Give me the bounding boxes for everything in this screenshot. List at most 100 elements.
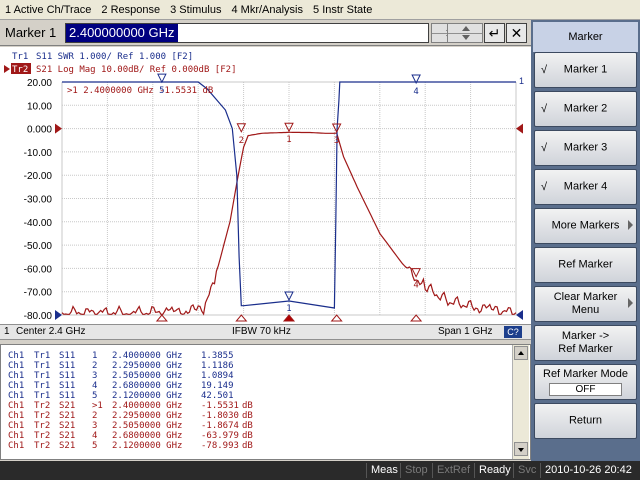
cell-freq: 2.4000000 GHz: [112, 351, 183, 361]
softkey-return[interactable]: Return: [534, 403, 637, 439]
softkey-label: Return: [568, 414, 603, 427]
cell-num: >1: [92, 401, 103, 411]
enter-button[interactable]: ↵: [484, 23, 505, 43]
cell-freq: 2.2950000 GHz: [112, 411, 183, 421]
fine-down-icon[interactable]: [462, 35, 470, 40]
marker-label: 4: [413, 87, 418, 97]
tr1-name[interactable]: Tr1: [12, 52, 28, 62]
cell-num: 5: [92, 391, 98, 401]
marker-frequency-value[interactable]: 2.400000000 GHz: [66, 24, 178, 42]
stimulus-marker-icon[interactable]: [330, 314, 343, 322]
softkey-marker-4[interactable]: √ Marker 4: [534, 169, 637, 205]
marker-triangle[interactable]: [236, 123, 247, 133]
marker-entry-bar: Marker 1 2.400000000 GHz ↵ ✕: [0, 21, 531, 46]
cell-tr: Tr1: [34, 391, 51, 401]
scroll-down-button[interactable]: [514, 442, 528, 456]
softkey-marker-3[interactable]: √ Marker 3: [534, 130, 637, 166]
cell-value: -78.993: [201, 441, 239, 451]
stimulus-marker-icon[interactable]: [282, 314, 296, 322]
cell-value: 1.0894: [201, 371, 234, 381]
cell-tr: Tr2: [34, 441, 51, 451]
marker-label: 1: [286, 135, 291, 145]
status-svc: Svc: [513, 463, 540, 478]
fine-spin-buttons[interactable]: [447, 23, 483, 43]
softkey-label: Marker 2: [563, 102, 608, 115]
cell-unit: dB: [242, 431, 253, 441]
cell-value: 42.501: [201, 391, 234, 401]
entry-title: Marker 1: [5, 25, 57, 40]
cell-ch: Ch1: [8, 361, 25, 371]
close-entry-button[interactable]: ✕: [506, 23, 527, 43]
softkey-marker-1[interactable]: √ Marker 1: [534, 52, 637, 88]
softkey-menu-title: Marker: [533, 22, 638, 52]
cell-ch: Ch1: [8, 391, 25, 401]
cell-tr: Tr1: [34, 371, 51, 381]
cell-freq: 2.2950000 GHz: [112, 361, 183, 371]
cell-value: -1.5531: [201, 401, 239, 411]
cell-unit: dB: [242, 441, 253, 451]
cell-ch: Ch1: [8, 401, 25, 411]
softkey-label: More Markers: [551, 219, 620, 232]
stimulus-marker-icon[interactable]: [155, 314, 168, 322]
fine-up-icon[interactable]: [462, 26, 470, 31]
marker-triangle[interactable]: [157, 73, 167, 84]
y-tick-label: -70.00: [24, 288, 53, 299]
marker-triangle[interactable]: [411, 268, 421, 278]
softkey-ref-marker-mode[interactable]: Ref Marker Mode OFF: [534, 364, 637, 400]
cell-tr: Tr2: [34, 431, 51, 441]
cell-ch: Ch1: [8, 421, 25, 431]
cell-ch: Ch1: [8, 411, 25, 421]
table-scrollbar[interactable]: [512, 345, 529, 459]
ref-level-s11-right-arrow-icon[interactable]: [516, 310, 523, 320]
softkey-label: Clear Marker Menu: [553, 291, 618, 316]
status-datetime: 2010-10-26 20:42: [540, 463, 636, 478]
status-stop: Stop: [400, 463, 432, 478]
softkey-label: Marker 1: [563, 63, 608, 76]
softkey-marker-2[interactable]: √ Marker 2: [534, 91, 637, 127]
softkey-marker-to-ref-marker[interactable]: Marker -> Ref Marker: [534, 325, 637, 361]
cell-param: S21: [59, 411, 76, 421]
softkey-label: Ref Marker Mode: [543, 368, 628, 380]
marker-label: 3: [334, 136, 339, 146]
channel-number: 1: [4, 326, 10, 337]
cell-param: S21: [59, 401, 76, 411]
softkey-clear-marker-menu[interactable]: Clear Marker Menu: [534, 286, 637, 322]
active-marker-readout: >1 2.4000000 GHz -1.5531 dB: [67, 86, 213, 96]
softkey-label: Marker 3: [563, 141, 608, 154]
scroll-down-icon: [518, 448, 524, 452]
ref-level-s11-left-arrow-icon[interactable]: [55, 310, 62, 320]
cell-freq: 2.6800000 GHz: [112, 431, 183, 441]
cell-param: S21: [59, 431, 76, 441]
scroll-up-button[interactable]: [514, 346, 528, 360]
cell-freq: 2.4000000 GHz: [112, 401, 183, 411]
softkey-label: Marker -> Ref Marker: [558, 330, 613, 355]
calibration-status-badge[interactable]: C?: [504, 326, 522, 338]
menu-response[interactable]: 2 Response: [96, 1, 165, 19]
center-frequency[interactable]: Center 2.4 GHz: [16, 325, 85, 339]
cell-tr: Tr2: [34, 421, 51, 431]
softkey-more-markers[interactable]: More Markers: [534, 208, 637, 244]
cell-num: 3: [92, 421, 98, 431]
softkey-ref-marker[interactable]: Ref Marker: [534, 247, 637, 283]
status-bar: Meas Stop ExtRef Ready Svc 2010-10-26 20…: [0, 461, 640, 480]
stimulus-marker-icon[interactable]: [235, 314, 248, 322]
menu-stimulus[interactable]: 3 Stimulus: [165, 1, 226, 19]
ref-level-left-arrow-icon[interactable]: [55, 123, 62, 134]
ifbw[interactable]: IFBW 70 kHz: [232, 325, 291, 339]
menu-active-ch-trace[interactable]: 1 Active Ch/Trace: [0, 1, 96, 19]
cell-num: 2: [92, 361, 98, 371]
menu-mkr-analysis[interactable]: 4 Mkr/Analysis: [226, 1, 308, 19]
cell-ch: Ch1: [8, 371, 25, 381]
marker-label: 4: [413, 281, 418, 291]
cell-freq: 2.6800000 GHz: [112, 381, 183, 391]
cell-ch: Ch1: [8, 351, 25, 361]
cell-param: S11: [59, 391, 76, 401]
y-tick-label: -80.00: [24, 311, 53, 322]
softkey-label: Marker 4: [563, 180, 608, 193]
scroll-up-icon: [518, 351, 524, 355]
stimulus-marker-icon[interactable]: [410, 314, 423, 322]
span[interactable]: Span 1 GHz: [438, 325, 492, 339]
ref-level-right-arrow-icon[interactable]: [516, 123, 523, 134]
menu-instr-state[interactable]: 5 Instr State: [308, 1, 377, 19]
tr2-name[interactable]: Tr2: [12, 65, 28, 75]
